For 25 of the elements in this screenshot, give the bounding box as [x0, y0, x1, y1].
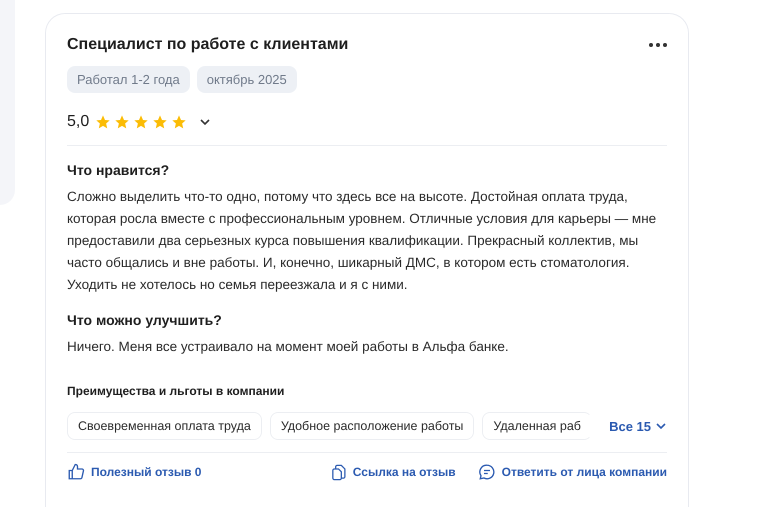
more-icon[interactable] — [649, 43, 667, 47]
star-icon — [171, 114, 188, 130]
show-all-button[interactable]: Все 15 — [609, 418, 667, 434]
review-text: Ничего. Меня все устраивало на момент моей работы в Альфа банке. — [67, 338, 510, 356]
star-icon — [133, 114, 150, 130]
tag: октябрь 2025 — [196, 66, 297, 93]
section-heading: Что можно улучшить? — [67, 312, 223, 328]
star-icon — [95, 114, 112, 130]
section-heading: Что нравится? — [67, 162, 170, 178]
copy-icon — [330, 464, 347, 480]
thumbs-up-icon — [67, 463, 85, 481]
tag: Работал 1-2 года — [67, 66, 190, 93]
action-button[interactable]: Ответить от лица компании — [478, 463, 667, 481]
action-button[interactable]: Ссылка на отзыв — [330, 464, 456, 480]
review-title: Специалист по работе с клиентами — [67, 36, 348, 54]
benefits-heading: Преимущества и льготы в компании — [67, 384, 286, 398]
star-icon — [152, 114, 168, 130]
star-icon — [114, 114, 130, 130]
benefit-chip: Своевременная оплата труда — [67, 412, 262, 440]
benefit-chip: Удобное расположение работы — [270, 412, 474, 440]
benefit-chip: Удаленная раб — [482, 412, 592, 440]
chat-icon — [478, 463, 496, 481]
review-text: Сложно выделить что-то одно, потому что здесь все на высоте. Достойная оплата труда, которая росла вместе с профессиональным уровнем. Отличные условия для карьеры — мне предоставили два серьезных курса повышения квалификации. Прекрасный коллектив, мы часто общались и вне работы. И, конечно, шикарный ДМС, в котором есть стоматология. Уходить не хотелось но семья переезжала и я с ними. — [67, 188, 658, 294]
rating-value: 5,0 — [67, 113, 90, 131]
action-button[interactable]: Полезный отзыв 0 — [67, 463, 202, 481]
